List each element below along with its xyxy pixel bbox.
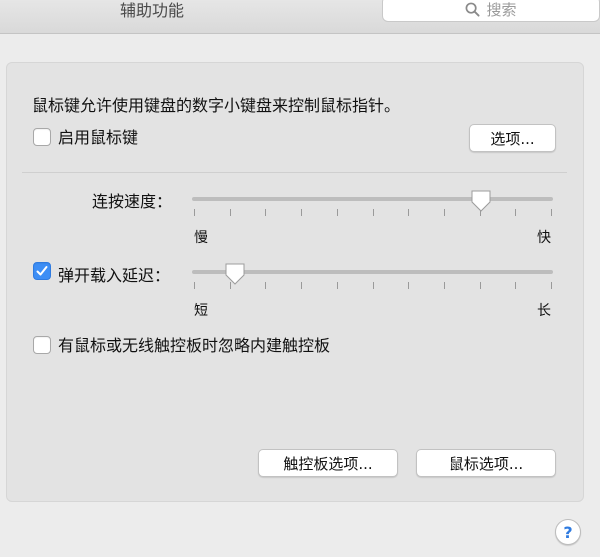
slider-tick bbox=[372, 209, 374, 216]
divider bbox=[22, 172, 567, 173]
slider-tick bbox=[479, 282, 481, 289]
slider-tick bbox=[336, 282, 338, 289]
initial-delay-label: 弹开载入延迟： bbox=[58, 266, 171, 285]
slider-tick bbox=[265, 209, 267, 216]
search-field[interactable]: 搜索 bbox=[382, 0, 600, 22]
ignore-builtin-trackpad-label: 有鼠标或无线触控板时忽略内建触控板 bbox=[58, 336, 331, 355]
mouse-keys-options-button[interactable]: 选项... bbox=[469, 124, 556, 152]
slider-tick bbox=[229, 209, 231, 216]
trackpad-options-button[interactable]: 触控板选项... bbox=[258, 449, 398, 477]
slider-tick bbox=[194, 209, 195, 216]
repeat-speed-min-label: 慢 bbox=[194, 230, 208, 246]
checkmark-icon bbox=[36, 266, 48, 276]
search-icon bbox=[466, 2, 481, 17]
search-placeholder: 搜索 bbox=[486, 0, 517, 19]
mouse-keys-description: 鼠标键允许使用键盘的数字小键盘来控制鼠标指针。 bbox=[32, 96, 401, 115]
slider-tick bbox=[551, 282, 552, 289]
slider-tick bbox=[408, 282, 410, 289]
slider-tick bbox=[265, 282, 267, 289]
slider-tick bbox=[515, 209, 517, 216]
slider-tick bbox=[336, 209, 338, 216]
repeat-speed-max-label: 快 bbox=[537, 230, 551, 246]
slider-tick bbox=[443, 282, 445, 289]
slider-tick bbox=[301, 209, 303, 216]
slider-tick bbox=[408, 209, 410, 216]
slider-tick bbox=[515, 282, 517, 289]
repeat-speed-track[interactable] bbox=[192, 197, 553, 201]
help-button[interactable]: ? bbox=[555, 519, 581, 545]
initial-delay-max-label: 长 bbox=[537, 303, 551, 319]
ignore-builtin-trackpad-checkbox[interactable] bbox=[33, 336, 51, 354]
slider-tick bbox=[551, 209, 552, 216]
repeat-speed-knob[interactable] bbox=[470, 189, 492, 213]
initial-delay-min-label: 短 bbox=[194, 303, 208, 319]
enable-mouse-keys-label: 启用鼠标键 bbox=[58, 128, 139, 147]
window-title: 辅助功能 bbox=[120, 1, 185, 20]
slider-tick bbox=[194, 282, 195, 289]
enable-mouse-keys-checkbox[interactable] bbox=[33, 128, 51, 146]
slider-tick bbox=[301, 282, 303, 289]
mouse-options-button[interactable]: 鼠标选项... bbox=[416, 449, 556, 477]
initial-delay-knob[interactable] bbox=[224, 262, 246, 286]
repeat-speed-label: 连按速度： bbox=[92, 192, 173, 211]
initial-delay-checkbox[interactable] bbox=[33, 262, 51, 280]
slider-tick bbox=[443, 209, 445, 216]
slider-tick bbox=[372, 282, 374, 289]
